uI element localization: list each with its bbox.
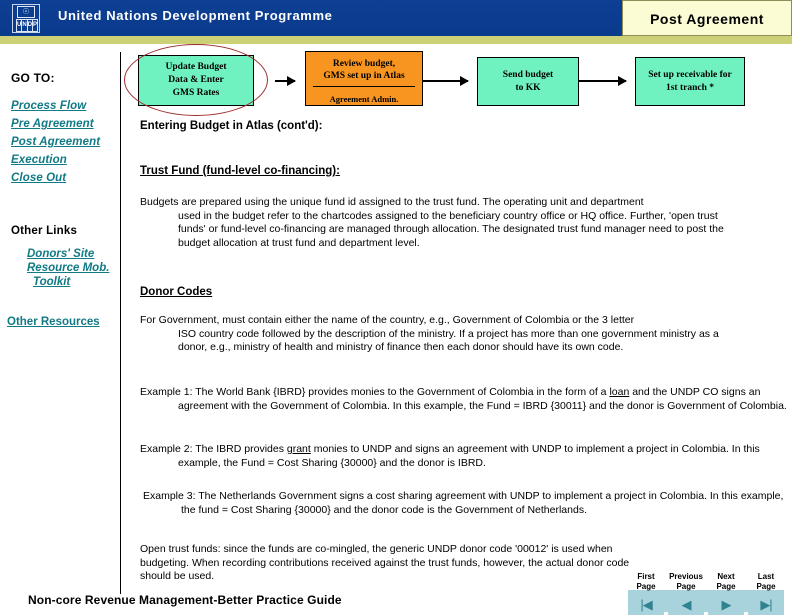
flow-arrow-1 <box>275 76 296 86</box>
example-2-pre: Example 2: The IBRD provides <box>140 443 287 455</box>
previous-page-label-2: Page <box>676 581 696 591</box>
paragraph-example-3: Example 3: The Netherlands Government si… <box>143 490 784 516</box>
undp-letters: U N D P <box>16 19 39 32</box>
flow-box-update-budget[interactable]: Update Budget Data & Enter GMS Rates <box>138 55 254 106</box>
heading-donor-codes: Donor Codes <box>140 286 213 298</box>
flow-box-line: 1st tranch * <box>665 82 715 93</box>
flow-arrow-2 <box>423 76 469 86</box>
sidebar-item-close-out[interactable]: Close Out <box>11 172 66 184</box>
first-page-label-1: First <box>637 572 655 581</box>
other-links-heading: Other Links <box>11 225 78 237</box>
flow-box-line: Update Budget <box>165 62 227 72</box>
sidebar-item-pre-agreement[interactable]: Pre Agreement <box>11 118 94 130</box>
paragraph-example-1: Example 1: The World Bank {IBRD} provide… <box>140 386 792 413</box>
next-page-label-2: Page <box>716 581 736 591</box>
first-page-label-2: Page <box>636 581 656 591</box>
page-navigation: First Page |◀ Previous Page ◀ Next Page … <box>628 572 788 615</box>
footer-title: Non-core Revenue Management-Better Pract… <box>28 593 342 607</box>
next-page-icon: ▶ <box>721 596 732 612</box>
flow-box-setup-receivable[interactable]: Set up receivable for 1st tranch * <box>635 57 745 106</box>
section-tab-post-agreement[interactable]: Post Agreement <box>622 0 792 36</box>
paragraph-open-trust-funds: Open trust funds: since the funds are co… <box>140 543 630 582</box>
flow-box-send-budget[interactable]: Send budget to KK <box>477 57 579 106</box>
previous-page-button[interactable]: Previous Page ◀ <box>668 572 704 615</box>
paragraph-line: For Government, must contain either the … <box>140 314 635 326</box>
last-page-label-2: Page <box>756 581 776 591</box>
flow-box-line: Send budget <box>502 69 554 80</box>
sidebar-item-post-agreement[interactable]: Post Agreement <box>11 136 100 148</box>
flow-arrow-3 <box>579 76 627 86</box>
flow-box-line: GMS set up in Atlas <box>323 70 405 81</box>
flow-box-role: Agreement Admin. <box>329 93 399 104</box>
page-title: United Nations Development Programme <box>58 8 333 23</box>
header-accent-rule <box>0 36 792 44</box>
undp-logo: ☉ U N D P <box>12 4 40 33</box>
previous-page-icon: ◀ <box>681 596 692 612</box>
example-1-pre: Example 1: The World Bank {IBRD} provide… <box>140 386 610 398</box>
previous-page-label-1: Previous <box>669 572 703 581</box>
flow-box-line: Review budget, <box>332 58 396 69</box>
content-divider <box>120 52 121 594</box>
paragraph-trust-fund: Budgets are prepared using the unique fu… <box>140 196 740 250</box>
first-page-icon: |◀ <box>640 596 652 612</box>
content-title: Entering Budget in Atlas (cont'd): <box>140 120 323 132</box>
undp-letter-p: P <box>32 19 39 32</box>
last-page-label-1: Last <box>757 572 775 581</box>
flow-box-line: Set up receivable for <box>648 69 732 80</box>
paragraph-donor-codes: For Government, must contain either the … <box>140 314 740 355</box>
flow-box-line: GMS Rates <box>172 88 220 98</box>
last-page-button[interactable]: Last Page ▶| <box>748 572 784 615</box>
un-emblem-icon: ☉ <box>17 6 35 18</box>
last-page-icon: ▶| <box>760 596 772 612</box>
example-1-emphasis: loan <box>609 386 630 398</box>
flow-box-line: Data & Enter <box>168 75 224 85</box>
sidebar-item-execution[interactable]: Execution <box>11 154 67 166</box>
next-page-button[interactable]: Next Page ▶ <box>708 572 744 615</box>
sidebar-item-process-flow[interactable]: Process Flow <box>11 100 86 112</box>
paragraph-line: Budgets are prepared using the unique fu… <box>140 196 644 208</box>
goto-label: GO TO: <box>11 71 55 85</box>
paragraph-example-2: Example 2: The IBRD provides grant monie… <box>140 443 788 470</box>
next-page-label-1: Next <box>717 572 735 581</box>
sidebar-item-donors-site[interactable]: Donors' Site <box>27 248 94 260</box>
first-page-button[interactable]: First Page |◀ <box>628 572 664 615</box>
flow-box-review-budget[interactable]: Review budget, GMS set up in Atlas Agree… <box>305 51 423 106</box>
example-2-emphasis: grant <box>286 443 311 455</box>
sidebar-item-resource-mob[interactable]: Resource Mob. <box>27 262 109 274</box>
flow-box-line: to KK <box>515 82 541 93</box>
section-tab-label: Post Agreement <box>650 11 764 27</box>
paragraph-line: used in the budget refer to the chartcod… <box>178 209 724 249</box>
heading-trust-fund: Trust Fund (fund-level co-financing): <box>140 165 340 177</box>
sidebar-item-toolkit[interactable]: Toolkit <box>33 276 70 288</box>
paragraph-line: ISO country code followed by the descrip… <box>178 327 719 354</box>
sidebar-item-other-resources[interactable]: Other Resources <box>7 316 100 328</box>
